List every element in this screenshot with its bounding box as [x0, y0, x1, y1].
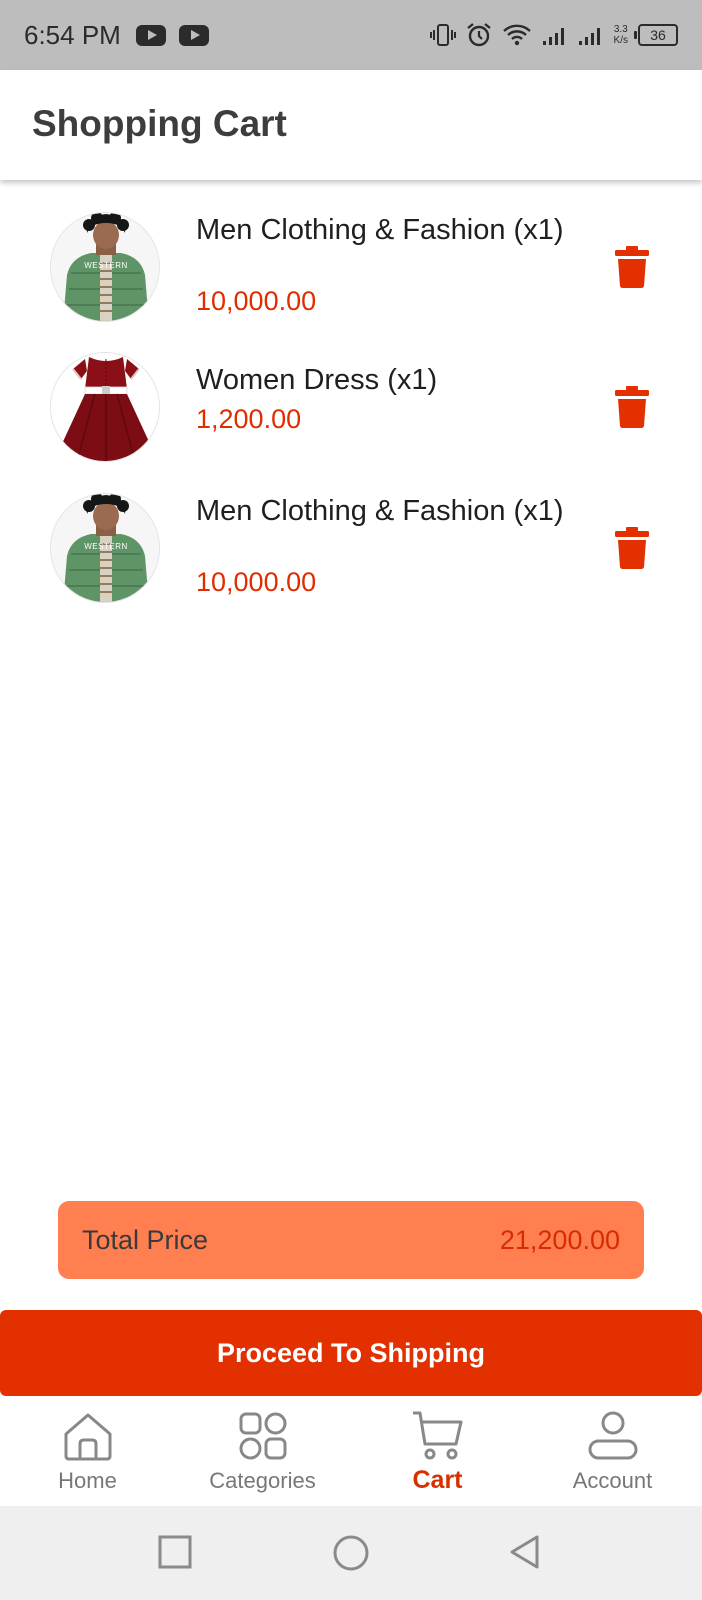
- signal-icon: [542, 28, 564, 45]
- product-image: WESTERN: [50, 493, 160, 603]
- cart-item[interactable]: WESTERN Men Clothing & Fashion (x1) 10,0…: [0, 208, 702, 328]
- battery-icon: 36: [634, 24, 678, 46]
- network-speed-unit: K/s: [613, 35, 628, 46]
- cart-item[interactable]: WESTERN Men Clothing & Fashion (x1) 10,0…: [0, 489, 702, 609]
- item-name: Women Dress (x1): [196, 364, 438, 396]
- vibrate-icon: [429, 24, 456, 46]
- item-name: Men Clothing & Fashion (x1): [196, 214, 564, 246]
- total-price-label: Total Price: [82, 1225, 209, 1255]
- product-image-text: WESTERN: [84, 261, 128, 270]
- product-image-text: WESTERN: [84, 542, 128, 551]
- trash-icon[interactable]: [614, 246, 650, 288]
- nav-label-account: Account: [572, 1468, 653, 1493]
- recents-icon[interactable]: [157, 1534, 193, 1570]
- nav-label-cart: Cart: [412, 1466, 463, 1494]
- app-header: Shopping Cart: [0, 70, 702, 180]
- nav-item-account[interactable]: Account: [525, 1396, 700, 1506]
- nav-item-home[interactable]: Home: [0, 1396, 175, 1506]
- status-time: 6:54 PM: [24, 20, 121, 50]
- system-nav-bar: [0, 1506, 702, 1600]
- network-speed: 3.3 K/s: [614, 24, 628, 46]
- signal-icon: [578, 28, 600, 45]
- user-icon: [588, 1411, 637, 1460]
- bottom-nav: Home Categories Cart Account: [0, 1396, 702, 1506]
- item-name: Men Clothing & Fashion (x1): [196, 495, 564, 527]
- item-price: 10,000.00: [196, 567, 317, 597]
- product-image: WESTERN: [50, 212, 160, 322]
- battery-level: 36: [650, 27, 666, 43]
- youtube-icon: [136, 25, 166, 46]
- nav-label-home: Home: [58, 1468, 117, 1493]
- wifi-icon: [502, 24, 531, 46]
- cart-icon: [412, 1411, 462, 1460]
- nav-label-categories: Categories: [209, 1468, 316, 1493]
- back-icon[interactable]: [508, 1534, 542, 1570]
- status-icons: 3.3 K/s 36: [429, 18, 678, 52]
- total-price-box: Total Price 21,200.00: [58, 1201, 644, 1279]
- product-image: [50, 352, 160, 462]
- trash-icon[interactable]: [614, 386, 650, 428]
- status-bar: 6:54 PM 3.3 K/s 36: [0, 0, 702, 70]
- network-speed-value: 3.3: [613, 24, 628, 35]
- item-price: 10,000.00: [196, 286, 317, 316]
- nav-item-cart[interactable]: Cart: [350, 1396, 525, 1506]
- cart-item[interactable]: Women Dress (x1) 1,200.00: [0, 348, 702, 468]
- alarm-icon: [466, 23, 491, 47]
- grid-icon: [239, 1412, 286, 1460]
- proceed-to-shipping-button[interactable]: Proceed To Shipping: [0, 1310, 702, 1396]
- page-title: Shopping Cart: [32, 103, 287, 144]
- trash-icon[interactable]: [614, 527, 650, 569]
- total-price-value: 21,200.00: [499, 1225, 620, 1255]
- home-icon: [64, 1413, 111, 1461]
- nav-item-categories[interactable]: Categories: [175, 1396, 350, 1506]
- item-price: 1,200.00: [196, 404, 302, 434]
- home-circle-icon[interactable]: [332, 1534, 370, 1572]
- youtube-icon: [179, 25, 209, 46]
